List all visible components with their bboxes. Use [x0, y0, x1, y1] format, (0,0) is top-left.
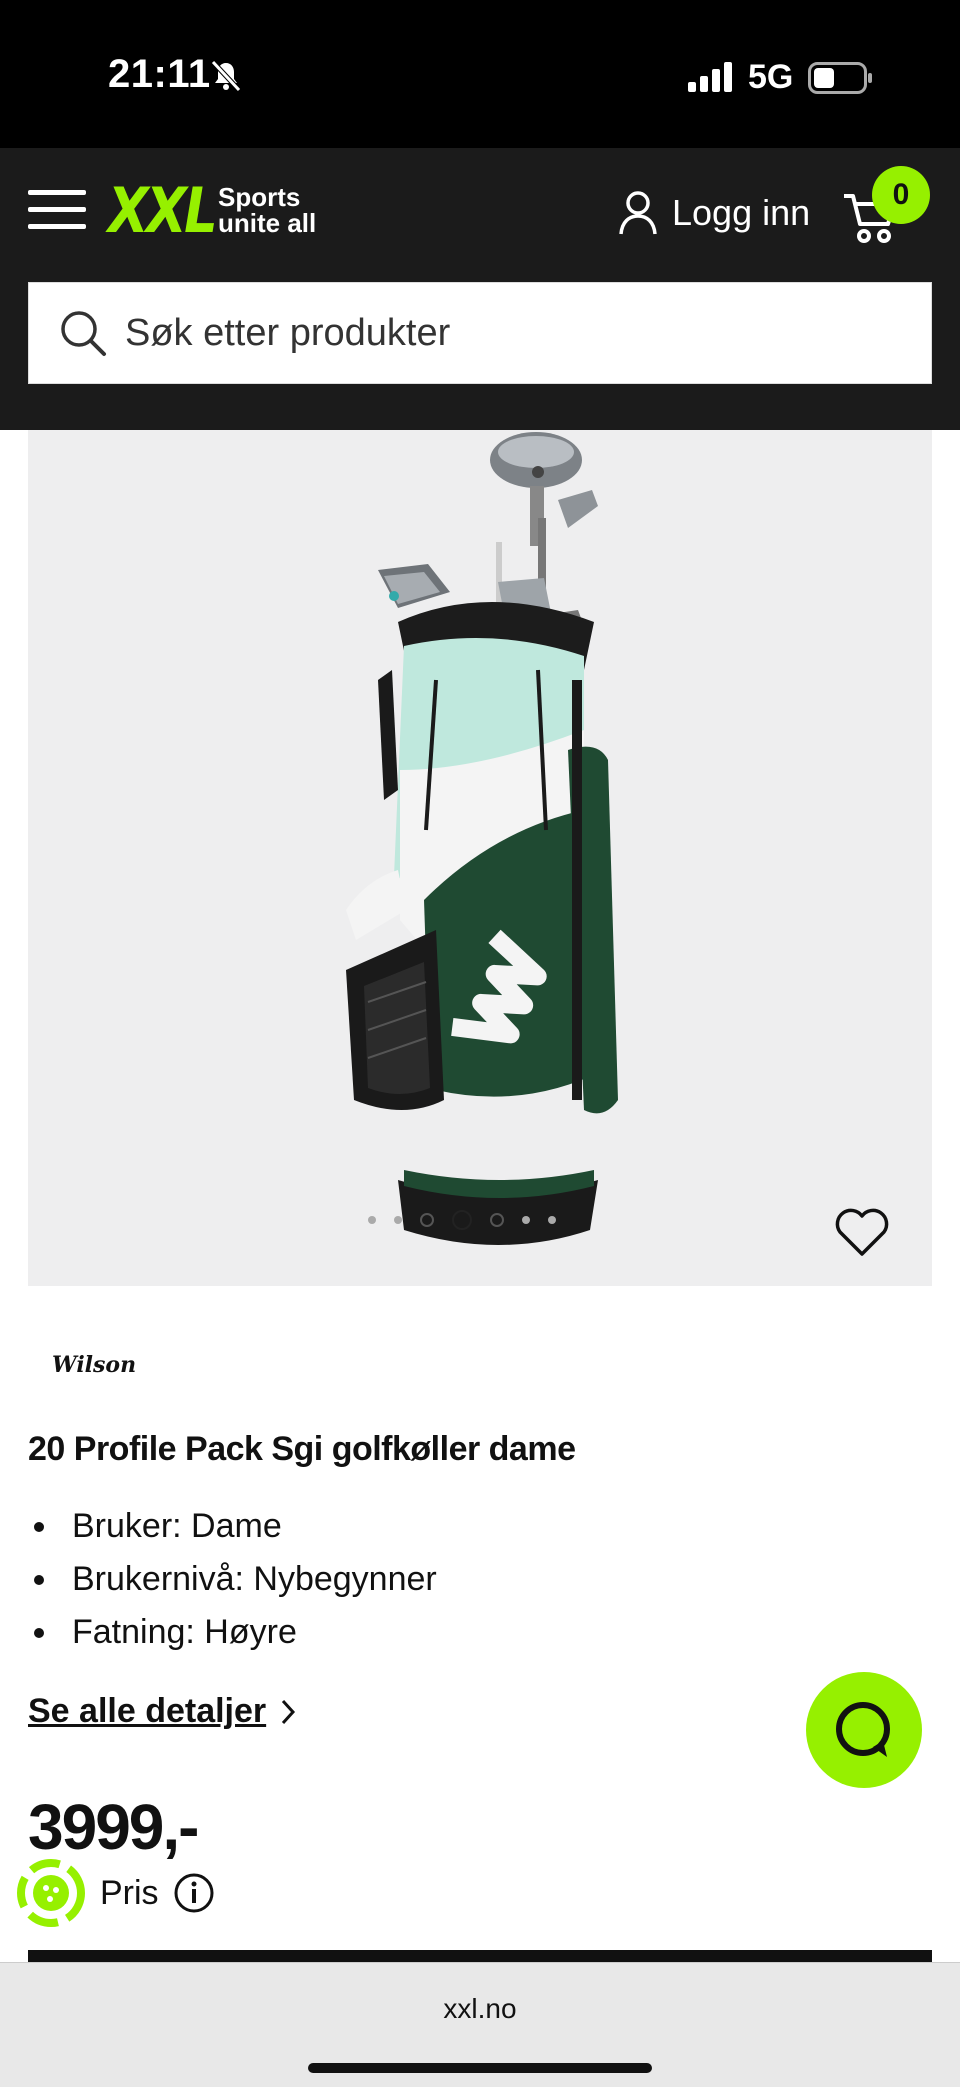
login-label: Logg inn: [672, 192, 811, 233]
details-link-label: Se alle detaljer: [28, 1692, 267, 1730]
chat-button[interactable]: [806, 1672, 922, 1788]
product-image-gallery[interactable]: [28, 430, 932, 1286]
gallery-dot[interactable]: [490, 1213, 504, 1227]
menu-icon[interactable]: [28, 188, 86, 232]
status-time: 21:11: [108, 52, 211, 96]
signal-icon: [688, 62, 732, 92]
gallery-dot[interactable]: [420, 1213, 434, 1227]
gallery-dot-active[interactable]: [452, 1210, 472, 1230]
gallery-dot[interactable]: [522, 1216, 530, 1224]
product-price: 3999,-: [28, 1791, 199, 1863]
user-icon: [619, 191, 657, 235]
logo-tagline: Sports unite all: [218, 182, 317, 238]
logo-wordmark: XXL: [108, 174, 218, 247]
network-type: 5G: [748, 58, 794, 96]
bell-muted-icon: [211, 60, 241, 92]
golf-bag-image: [346, 432, 618, 1245]
site-header: XXL Sports unite all Logg inn 0: [0, 148, 960, 430]
url-text[interactable]: xxl.no: [0, 1993, 960, 2025]
home-indicator[interactable]: [308, 2063, 652, 2073]
chevron-right-icon: [282, 1699, 296, 1724]
spec-item: Bruker: Dame: [28, 1500, 437, 1553]
chat-icon: [836, 1702, 890, 1757]
battery-icon: [808, 62, 872, 94]
search-bar[interactable]: [28, 282, 932, 384]
gallery-dot[interactable]: [394, 1216, 402, 1224]
browser-url-bar: xxl.no: [0, 1962, 960, 2087]
gallery-dot[interactable]: [548, 1216, 556, 1224]
spec-item: Brukernivå: Nybegynner: [28, 1553, 437, 1606]
search-input[interactable]: [125, 311, 905, 355]
heart-icon[interactable]: [834, 1206, 890, 1258]
gallery-dot[interactable]: [368, 1216, 376, 1224]
login-button[interactable]: Logg inn: [618, 188, 810, 238]
info-icon[interactable]: [173, 1872, 215, 1914]
add-to-cart-bar-edge[interactable]: [28, 1950, 932, 1962]
recycle-badge-icon[interactable]: [16, 1858, 86, 1928]
price-label-row: Pris: [16, 1858, 215, 1928]
product-title: 20 Profile Pack Sgi golfkøller dame: [28, 1430, 576, 1468]
price-label: Pris: [100, 1873, 159, 1912]
cart-count-badge[interactable]: 0: [872, 166, 930, 224]
status-bar: 21:11 5G: [0, 0, 960, 148]
brand-logo[interactable]: Wilson: [52, 1352, 136, 1378]
search-icon: [61, 311, 106, 356]
spec-item: Fatning: Høyre: [28, 1606, 437, 1659]
gallery-pagination: [368, 1210, 556, 1230]
product-specs: Bruker: Dame Brukernivå: Nybegynner Fatn…: [28, 1500, 437, 1659]
see-all-details-link[interactable]: Se alle detaljer: [28, 1692, 296, 1731]
